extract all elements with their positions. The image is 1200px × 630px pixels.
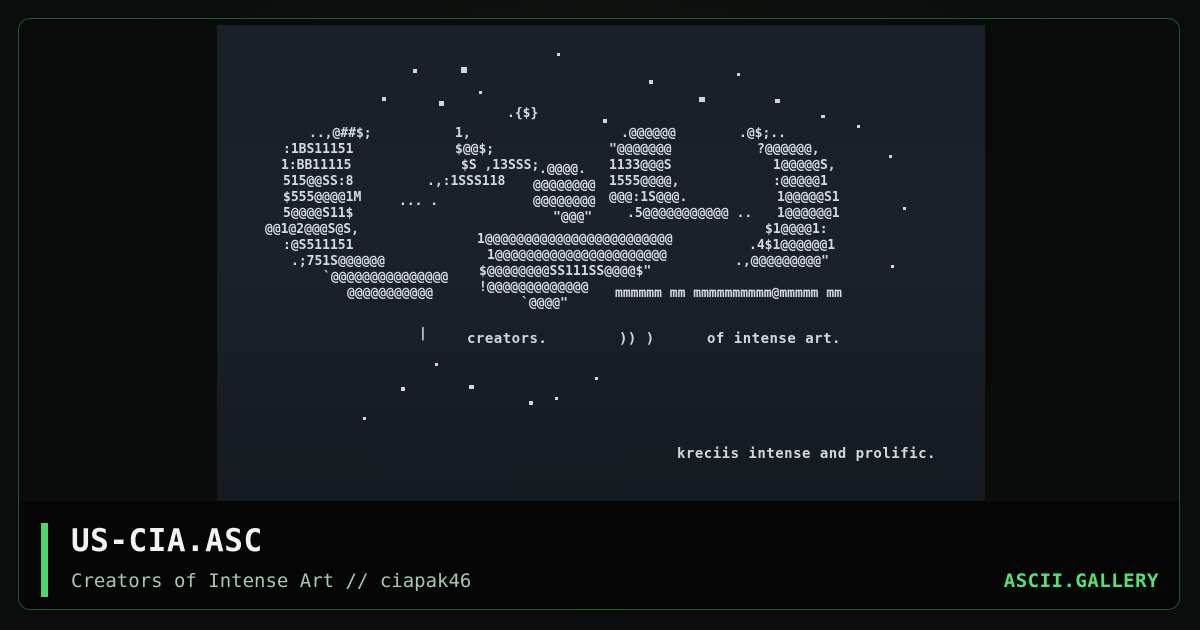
artwork-subtitle: Creators of Intense Art // ciapak46	[71, 570, 472, 592]
svg-text:5@@@@S11$: 5@@@@S11$	[283, 206, 353, 221]
svg-text:$1@@@@1:: $1@@@@1:	[765, 222, 828, 237]
svg-text:1555@@@@,: 1555@@@@,	[609, 174, 679, 189]
svg-text:"@@@": "@@@"	[553, 210, 592, 225]
svg-text:@@@@@@@@: @@@@@@@@	[533, 194, 596, 209]
site-brand-link[interactable]: ASCII.GALLERY	[1004, 570, 1159, 592]
svg-text:"@@@@@@@: "@@@@@@@	[609, 142, 672, 157]
svg-text:1133@@@S: 1133@@@S	[609, 158, 672, 173]
tagline-left: creators.	[467, 331, 547, 347]
svg-text:?@@@@@@,: ?@@@@@@,	[757, 142, 820, 157]
svg-text:.@$;..: .@$;..	[739, 126, 786, 141]
svg-text:1@@@@@@1: 1@@@@@@1	[777, 206, 840, 221]
svg-text:1@@@@@S1: 1@@@@@S1	[777, 190, 840, 205]
ascii-logo-left: ..,@##$; :1BS11151 1:BB11115 515@@SS:8 $…	[265, 126, 448, 301]
svg-text:.5@@@@@@@@@@@ ..: .5@@@@@@@@@@@ ..	[627, 206, 752, 221]
tagline-mid: )) )	[619, 331, 655, 347]
svg-text::1BS11151: :1BS11151	[283, 142, 354, 157]
tagline-bottom: kreciis intense and prolific.	[677, 446, 936, 462]
svg-text:.@@@@.: .@@@@.	[539, 162, 586, 177]
svg-text:.4$1@@@@@@1: .4$1@@@@@@1	[749, 238, 835, 253]
svg-text:515@@SS:8: 515@@SS:8	[283, 174, 354, 189]
svg-text:@@1@2@@@S@S,: @@1@2@@@S@S,	[265, 222, 359, 237]
svg-text:... .: ... .	[399, 194, 438, 209]
art-tagline: | creators. )) ) of intense art. kreciis…	[419, 326, 936, 462]
svg-text:@@@@@@@@@@@: @@@@@@@@@@@	[347, 286, 433, 301]
svg-text:1@@@@@@@@@@@@@@@@@@@@@@@@: 1@@@@@@@@@@@@@@@@@@@@@@@@	[477, 232, 673, 247]
artwork-title: US-CIA.ASC	[71, 523, 263, 559]
svg-text:1@@@@@S,: 1@@@@@S,	[773, 158, 836, 173]
svg-text:$S ,13SSS;: $S ,13SSS;	[461, 158, 539, 173]
svg-text:`@@@@@@@@@@@@@@@: `@@@@@@@@@@@@@@@	[323, 270, 448, 285]
svg-text::@@@@@1: :@@@@@1	[773, 174, 828, 189]
svg-text:@@@@@@@@: @@@@@@@@	[533, 178, 596, 193]
svg-text:1,: 1,	[455, 126, 471, 141]
preview-card[interactable]: ..,@##$; :1BS11151 1:BB11115 515@@SS:8 $…	[18, 18, 1180, 610]
page: ..,@##$; :1BS11151 1:BB11115 515@@SS:8 $…	[0, 0, 1200, 630]
svg-text:`@@@@": `@@@@"	[521, 296, 568, 311]
svg-text:.@@@@@@: .@@@@@@	[621, 126, 676, 141]
svg-text:1:BB11115: 1:BB11115	[281, 158, 351, 173]
svg-text:$@@@@@@@@SS111SS@@@@$": $@@@@@@@@SS111SS@@@@$"	[479, 264, 651, 279]
tagline-right: of intense art.	[707, 331, 841, 347]
svg-text:..,@##$;: ..,@##$;	[309, 126, 372, 141]
ascii-art-canvas: ..,@##$; :1BS11151 1:BB11115 515@@SS:8 $…	[265, 53, 936, 462]
svg-text:.,:1SSS118: .,:1SSS118	[427, 174, 505, 189]
ascii-artwork-image: ..,@##$; :1BS11151 1:BB11115 515@@SS:8 $…	[217, 25, 985, 501]
svg-text::@S511151: :@S511151	[283, 238, 354, 253]
svg-text:1@@@@@@@@@@@@@@@@@@@@@@: 1@@@@@@@@@@@@@@@@@@@@@@	[487, 248, 667, 263]
svg-text:$@@$;: $@@$;	[455, 142, 494, 157]
svg-text:$555@@@@1M: $555@@@@1M	[283, 190, 361, 205]
footer-bar: US-CIA.ASC Creators of Intense Art // ci…	[19, 501, 1179, 609]
svg-text:|: |	[419, 326, 427, 341]
svg-text:.,@@@@@@@@@": .,@@@@@@@@@"	[735, 254, 829, 269]
svg-text:!@@@@@@@@@@@@@: !@@@@@@@@@@@@@	[479, 280, 589, 295]
svg-text:.{$}: .{$}	[507, 106, 538, 121]
svg-text:.;751S@@@@@@: .;751S@@@@@@	[291, 254, 385, 269]
accent-bar	[41, 523, 48, 597]
ascii-logo-underline: mmmmmm mm mmmmmmmmmm@mmmmm mm	[615, 286, 842, 301]
svg-text:@@@:1S@@@.: @@@:1S@@@.	[609, 190, 687, 205]
